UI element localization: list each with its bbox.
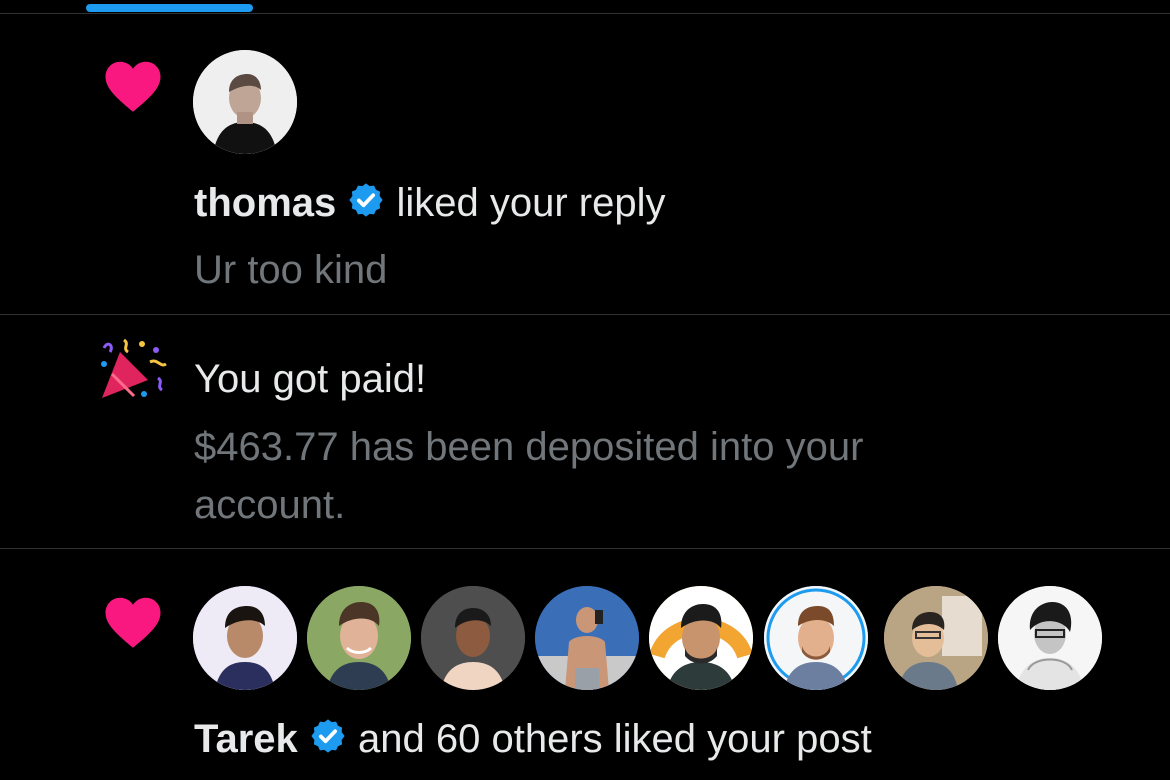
reply-snippet: Ur too kind [194,248,388,292]
avatar[interactable] [193,50,297,154]
actor-name[interactable]: Tarek [194,717,298,761]
avatar[interactable] [884,586,988,690]
divider [0,314,1170,315]
heart-icon [103,594,163,655]
party-popper-icon [98,334,168,409]
active-tab-indicator [86,4,253,12]
avatar[interactable] [193,586,297,690]
avatar[interactable] [649,586,753,690]
avatar[interactable] [535,586,639,690]
avatar[interactable] [421,586,525,690]
tab-bar [0,0,1170,14]
heart-icon [103,58,163,119]
payout-title: You got paid! [194,357,427,401]
action-text: liked your reply [396,181,666,225]
avatar[interactable] [307,586,411,690]
avatar[interactable] [998,586,1102,690]
verified-badge-icon [347,181,385,229]
divider [0,548,1170,549]
action-text: and 60 others liked your post [358,717,872,761]
payout-body-line1: $463.77 has been deposited into your [194,425,864,469]
payout-body-line2: account. [194,483,346,527]
notification-text: thomas liked your reply [194,181,666,229]
actor-name[interactable]: thomas [194,181,336,225]
notification-text: Tarek and 60 others liked your post [194,717,872,765]
avatar[interactable] [764,586,868,690]
verified-badge-icon [309,717,347,765]
